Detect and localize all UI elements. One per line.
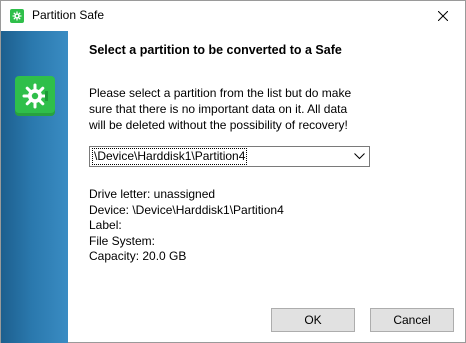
- description-line: Please select a partition from the list …: [89, 86, 352, 100]
- close-icon: [438, 11, 448, 21]
- title-bar: Partition Safe: [1, 1, 465, 31]
- ok-button[interactable]: OK: [271, 308, 355, 332]
- description-line: will be deleted without the possibility …: [89, 118, 348, 132]
- safe-icon: [15, 76, 55, 116]
- description-line: sure that there is no important data on …: [89, 102, 348, 116]
- dialog-window: Partition Safe Select a partition to be …: [0, 0, 466, 343]
- capacity-text: Capacity: 20.0 GB: [89, 249, 187, 263]
- side-banner: [1, 31, 68, 343]
- device-text: Device: \Device\Harddisk1\Partition4: [89, 202, 284, 217]
- window-title: Partition Safe: [32, 8, 105, 22]
- chevron-down-icon: [354, 153, 365, 160]
- description-text: Please select a partition from the list …: [89, 85, 369, 133]
- partition-select[interactable]: \Device\Harddisk1\Partition4: [89, 146, 370, 167]
- partition-select-value: \Device\Harddisk1\Partition4: [91, 148, 248, 165]
- close-button[interactable]: [421, 1, 465, 31]
- page-heading: Select a partition to be converted to a …: [89, 43, 342, 57]
- file-system-text: File System:: [89, 233, 156, 248]
- safe-icon: [10, 9, 24, 23]
- label-text: Label:: [89, 218, 122, 232]
- drive-letter-text: Drive letter: unassigned: [89, 187, 216, 201]
- cancel-button[interactable]: Cancel: [370, 308, 454, 332]
- partition-info: Drive letter: unassigned Device: \Device…: [89, 187, 284, 265]
